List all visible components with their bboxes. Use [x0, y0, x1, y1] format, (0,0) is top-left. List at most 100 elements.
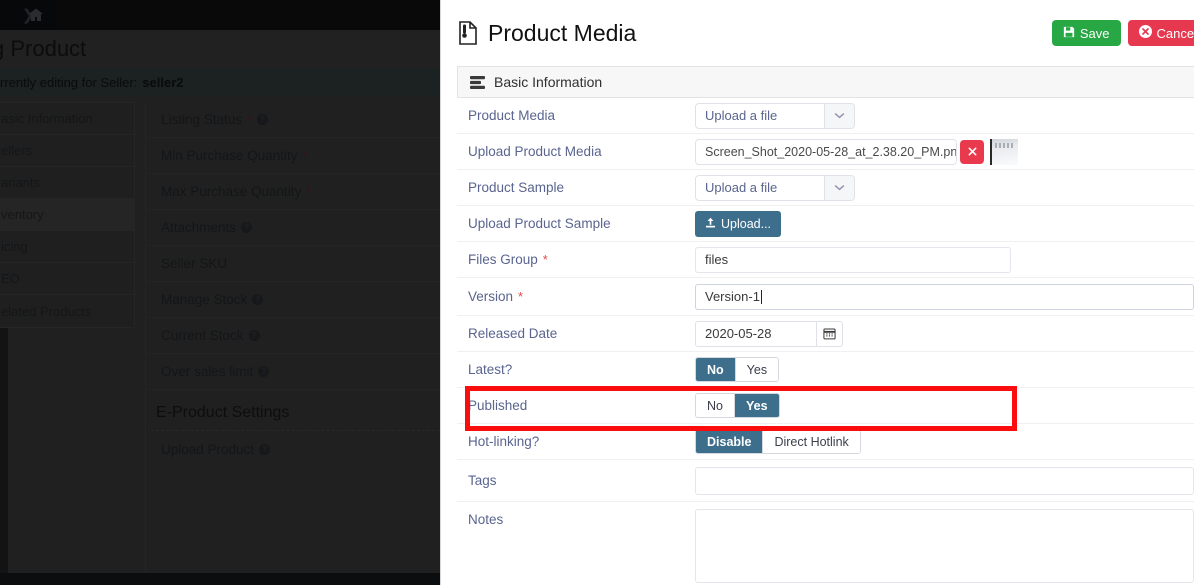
calendar-icon[interactable] — [817, 320, 843, 347]
background-field-label: Current Stock — [161, 328, 244, 343]
label-version: Version * — [468, 289, 524, 304]
save-button[interactable]: Save — [1051, 20, 1121, 46]
cancel-button[interactable]: Cancel — [1127, 20, 1194, 46]
published-option[interactable]: Yes — [733, 394, 779, 417]
released-date-input[interactable]: 2020-05-28 — [695, 320, 817, 347]
background-sidebar-item[interactable]: EO — [0, 263, 134, 295]
server-list-icon — [470, 75, 485, 89]
required-asterisk: * — [302, 148, 308, 163]
label-upload-product-sample: Upload Product Sample — [468, 216, 611, 231]
background-body: asic Information ellers ariants ventory icin… — [0, 96, 445, 585]
cancel-button-label: Cancel — [1156, 25, 1194, 41]
background-form-field: Attachments? — [146, 210, 445, 246]
background-form-field: Max Purchase Quantity * — [146, 174, 445, 210]
product-sample-selected-value: Upload a file — [705, 180, 778, 195]
row-notes: Notes — [457, 502, 1194, 583]
product-sample-select[interactable]: Upload a file — [695, 174, 855, 201]
notes-textarea[interactable] — [695, 509, 1194, 583]
home-icon[interactable] — [28, 7, 44, 23]
product-media-selected-value: Upload a file — [705, 108, 778, 123]
row-upload-product-sample: Upload Product Sample Upload... — [457, 206, 1194, 242]
upload-product-sample-button[interactable]: Upload... — [695, 210, 782, 237]
row-upload-product-media: Upload Product Media Screen_Shot_2020-05… — [457, 134, 1194, 170]
files-group-input[interactable]: files — [695, 246, 1011, 273]
background-form-field: Seller SKU — [146, 246, 445, 282]
row-hotlinking: Hot-linking? Disable Direct Hotlink — [457, 424, 1194, 460]
background-field-label: Upload Product — [161, 441, 255, 457]
product-media-form: Product Media Upload a file Upload Produ… — [457, 98, 1194, 583]
required-asterisk: * — [542, 252, 548, 267]
modal-header: Product Media Save Cancel — [441, 0, 1194, 66]
label-released-date: Released Date — [468, 326, 558, 341]
document-media-icon — [457, 21, 479, 45]
row-released-date: Released Date 2020-05-28 — [457, 316, 1194, 352]
help-icon[interactable]: ? — [259, 443, 271, 455]
required-asterisk: * — [247, 112, 252, 127]
label-published: Published — [468, 398, 528, 413]
latest-option[interactable]: Yes — [734, 358, 779, 381]
background-field-label: Listing Status — [161, 112, 243, 127]
latest-option[interactable]: No — [696, 358, 735, 381]
background-sidebar-item[interactable]: asic Information — [0, 103, 134, 135]
seller-context-bar: rrently editing for Seller: seller2 — [0, 68, 445, 96]
tags-input[interactable] — [695, 466, 1194, 495]
hotlinking-option[interactable]: Disable — [696, 430, 763, 453]
background-footer-strip — [0, 573, 445, 585]
chevron-down-icon[interactable] — [824, 103, 854, 128]
published-option[interactable]: No — [696, 394, 734, 417]
background-field-label: Attachments — [161, 220, 237, 235]
background-field-label: Max Purchase Quantity — [161, 184, 302, 199]
upload-button-label: Upload... — [721, 216, 772, 231]
background-sidebar-item-label: icing — [1, 239, 28, 254]
background-sidebar-item-label: ariants — [1, 175, 41, 190]
background-form-field: Over sales limit? — [146, 354, 445, 390]
background-sidebar-item[interactable]: elated Products — [0, 295, 134, 327]
background-form-field: Min Purchase Quantity * — [146, 138, 445, 174]
version-input[interactable]: Version-1 — [695, 283, 1194, 310]
version-input-value: Version-1 — [705, 289, 760, 304]
background-form-field: Manage Stock? — [146, 282, 445, 318]
product-media-select[interactable]: Upload a file — [695, 102, 855, 129]
modal-title: Product Media — [488, 19, 637, 46]
chevron-down-icon[interactable] — [824, 175, 854, 200]
label-upload-product-media: Upload Product Media — [468, 144, 602, 159]
background-section-title: E-Product Settings — [156, 404, 290, 421]
background-page-header: g Product — [0, 30, 445, 68]
basic-information-section-header: Basic Information — [457, 66, 1194, 98]
published-toggle[interactable]: No Yes — [695, 393, 780, 418]
hotlinking-toggle[interactable]: Disable Direct Hotlink — [695, 429, 861, 454]
background-sidebar: asic Information ellers ariants ventory icin… — [0, 102, 135, 328]
help-icon[interactable]: ? — [252, 294, 264, 305]
background-sidebar-item[interactable]: ellers — [0, 135, 134, 167]
label-product-media: Product Media — [468, 108, 556, 123]
background-sidebar-item[interactable]: icing — [0, 231, 134, 263]
hotlinking-option[interactable]: Direct Hotlink — [762, 430, 860, 453]
background-form-field: Upload Product? — [146, 431, 445, 467]
file-thumbnail[interactable] — [990, 138, 1018, 165]
help-icon[interactable]: ? — [241, 222, 253, 233]
text-cursor — [760, 289, 762, 304]
uploaded-filename[interactable]: Screen_Shot_2020-05-28_at_2.38.20_PM.png — [695, 138, 957, 165]
row-latest: Latest? No Yes — [457, 352, 1194, 388]
background-sidebar-item[interactable]: ventory — [0, 199, 134, 231]
background-sidebar-item[interactable]: ariants — [0, 167, 134, 199]
background-sidebar-item-label: elated Products — [1, 303, 92, 319]
background-field-label: Min Purchase Quantity — [161, 148, 298, 163]
background-sidebar-item-label: ellers — [1, 143, 33, 158]
page-title: g Product — [0, 36, 87, 61]
background-sidebar-item-label: EO — [1, 271, 20, 286]
background-field-label: Seller SKU — [161, 256, 228, 271]
remove-file-button[interactable] — [960, 139, 984, 164]
product-media-modal: Product Media Save Cancel Basic Informat… — [440, 0, 1194, 585]
x-circle-icon — [1138, 25, 1152, 41]
background-form-field: Current Stock? — [146, 318, 445, 354]
seller-name: seller2 — [142, 74, 184, 90]
help-icon[interactable]: ? — [248, 330, 260, 341]
help-icon[interactable]: ? — [256, 114, 268, 125]
background-sidebar-item-label: asic Information — [1, 111, 93, 126]
help-icon[interactable]: ? — [258, 366, 270, 377]
latest-toggle[interactable]: No Yes — [695, 357, 780, 382]
row-version: Version * Version-1 — [457, 278, 1194, 316]
row-product-media: Product Media Upload a file — [457, 98, 1194, 134]
background-field-label: Manage Stock — [161, 292, 248, 307]
